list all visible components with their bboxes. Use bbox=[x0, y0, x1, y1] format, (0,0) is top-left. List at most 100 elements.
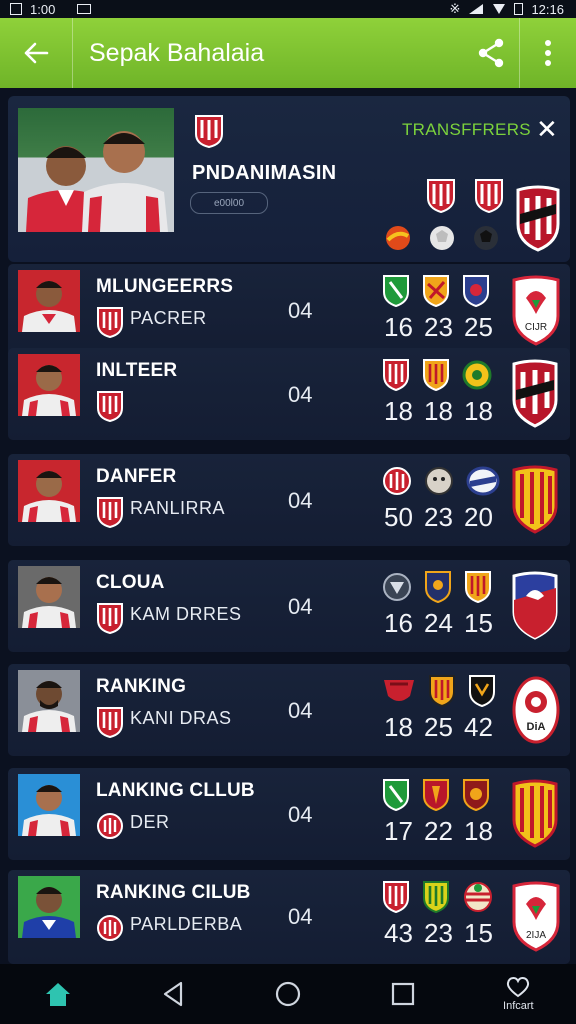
team-crest-icon bbox=[512, 465, 558, 534]
share-button[interactable] bbox=[463, 18, 519, 88]
status-time: 12:16 bbox=[531, 1, 564, 17]
content-area: PNDANIMASIN e00l00 TRANSFFRERS ✕ MLUNGEE… bbox=[0, 88, 576, 964]
stat-value: 18 bbox=[464, 816, 493, 846]
more-options-button[interactable] bbox=[519, 18, 576, 88]
club-crest-icon bbox=[97, 307, 123, 338]
player-club: KANI DRAS bbox=[130, 708, 232, 728]
battery-icon bbox=[514, 3, 524, 15]
close-button[interactable]: ✕ bbox=[536, 116, 558, 142]
player-photo bbox=[18, 774, 80, 836]
featured-player-pill[interactable]: e00l00 bbox=[190, 192, 268, 214]
stat-value: 23 bbox=[424, 312, 453, 342]
featured-player-card[interactable]: PNDANIMASIN e00l00 TRANSFFRERS ✕ bbox=[8, 96, 570, 262]
player-photo bbox=[18, 270, 80, 332]
stat-value: 23 bbox=[424, 502, 453, 532]
player-club: DER bbox=[130, 812, 170, 832]
striped-crest-icon bbox=[464, 882, 492, 912]
stat-value: 23 bbox=[424, 918, 453, 948]
bottom-nav-bar: Infcart bbox=[0, 964, 576, 1024]
stat-value: 50 bbox=[384, 502, 413, 532]
stat-value: 15 bbox=[464, 918, 493, 948]
stat-value: 22 bbox=[424, 816, 453, 846]
navy-crest-icon bbox=[425, 571, 451, 604]
club-crest-icon bbox=[97, 391, 123, 422]
featured-player-photo bbox=[18, 108, 174, 232]
player-name: DANFER bbox=[96, 466, 177, 487]
ball-icon bbox=[474, 226, 498, 250]
club-crest-icon bbox=[195, 115, 223, 148]
transfers-label[interactable]: TRANSFFRERS bbox=[402, 120, 531, 140]
back-nav-button[interactable] bbox=[143, 964, 203, 1024]
player-name: LANKING CLLUB bbox=[96, 780, 255, 801]
green-crest-icon bbox=[383, 779, 409, 812]
back-button[interactable] bbox=[0, 18, 73, 88]
app-title: Sepak Bahalaia bbox=[89, 38, 265, 67]
player-club: RANLIRRA bbox=[130, 498, 226, 518]
back-arrow-icon bbox=[24, 42, 49, 64]
wifi-icon bbox=[493, 4, 506, 14]
player-number: 04 bbox=[288, 488, 313, 513]
home-button[interactable] bbox=[28, 964, 88, 1024]
green-crest-icon bbox=[383, 275, 409, 308]
player-row[interactable]: LANKING CLLUB DER 04 17 22 18 bbox=[8, 768, 570, 860]
club-crest-icon bbox=[97, 497, 123, 528]
red-shield-icon bbox=[384, 680, 414, 701]
team-crest-text: 2IJA bbox=[526, 930, 546, 941]
stat-value: 20 bbox=[464, 502, 493, 532]
favorites-button[interactable]: Infcart bbox=[488, 964, 548, 1024]
team-crest-icon bbox=[512, 359, 558, 428]
player-club: PARLDERBA bbox=[130, 914, 243, 934]
stat-value: 43 bbox=[384, 918, 413, 948]
red-crest-icon bbox=[423, 779, 449, 812]
player-number: 04 bbox=[288, 698, 313, 723]
orange-crest-icon bbox=[423, 275, 449, 308]
player-number: 04 bbox=[288, 382, 313, 407]
home-nav-button[interactable] bbox=[258, 964, 318, 1024]
dark-red-crest-icon bbox=[463, 779, 489, 812]
club-crest-icon bbox=[97, 813, 123, 839]
status-bar: 1:00 ※ 12:16 bbox=[0, 0, 576, 18]
club-crest-icon bbox=[475, 179, 503, 214]
player-row[interactable]: DANFER RANLIRRA 04 50 23 20 bbox=[8, 454, 570, 546]
player-number: 04 bbox=[288, 802, 313, 827]
share-icon bbox=[478, 38, 504, 68]
club-crest-icon bbox=[97, 707, 123, 738]
player-row[interactable]: CLOUA KAM DRRES 04 16 24 15 bbox=[8, 560, 570, 652]
home-icon bbox=[45, 983, 70, 1006]
club-crest-icon bbox=[427, 179, 455, 214]
bluetooth-icon: ※ bbox=[449, 1, 461, 16]
player-row[interactable]: MLUNGEERRS PACRER 04 16 23 25 CIJR bbox=[8, 264, 570, 356]
stat-value: 18 bbox=[424, 396, 453, 426]
favorites-label: Infcart bbox=[503, 1000, 534, 1012]
stat-value: 25 bbox=[424, 712, 453, 742]
ball-icon bbox=[386, 226, 410, 250]
recents-nav-button[interactable] bbox=[373, 964, 433, 1024]
round-crest-icon bbox=[383, 467, 411, 495]
yellow-crest-icon bbox=[462, 360, 492, 390]
player-row[interactable]: RANKING CILUB PARLDERBA 04 43 23 15 2IJA bbox=[8, 870, 570, 964]
stat-value: 25 bbox=[464, 312, 493, 342]
app-bar: Sepak Bahalaia bbox=[0, 18, 576, 88]
square-recents-icon bbox=[392, 982, 415, 1006]
stat-value: 16 bbox=[384, 312, 413, 342]
stat-value: 18 bbox=[384, 712, 413, 742]
message-icon bbox=[77, 4, 92, 14]
club-crest-icon bbox=[97, 915, 123, 941]
player-club: PACRER bbox=[130, 308, 207, 328]
player-row[interactable]: RANKING KANI DRAS 04 18 25 42 DiA bbox=[8, 664, 570, 756]
black-crest-icon bbox=[469, 675, 495, 708]
heart-icon bbox=[507, 976, 530, 998]
team-crest-icon bbox=[516, 185, 560, 252]
red-crest-icon bbox=[383, 359, 409, 392]
player-name: MLUNGEERRS bbox=[96, 276, 234, 297]
player-name: RANKING bbox=[96, 676, 187, 697]
mascot-crest-icon bbox=[425, 467, 453, 495]
player-name: CLOUA bbox=[96, 572, 165, 593]
team-crest-icon: CIJR bbox=[512, 275, 560, 346]
player-name: RANKING CILUB bbox=[96, 882, 251, 903]
circle-home-icon bbox=[275, 981, 301, 1007]
player-row[interactable]: INLTEER 04 18 18 18 bbox=[8, 348, 570, 440]
status-left-time: 1:00 bbox=[30, 1, 56, 17]
team-crest-text: DiA bbox=[527, 721, 546, 733]
player-photo bbox=[18, 566, 80, 628]
